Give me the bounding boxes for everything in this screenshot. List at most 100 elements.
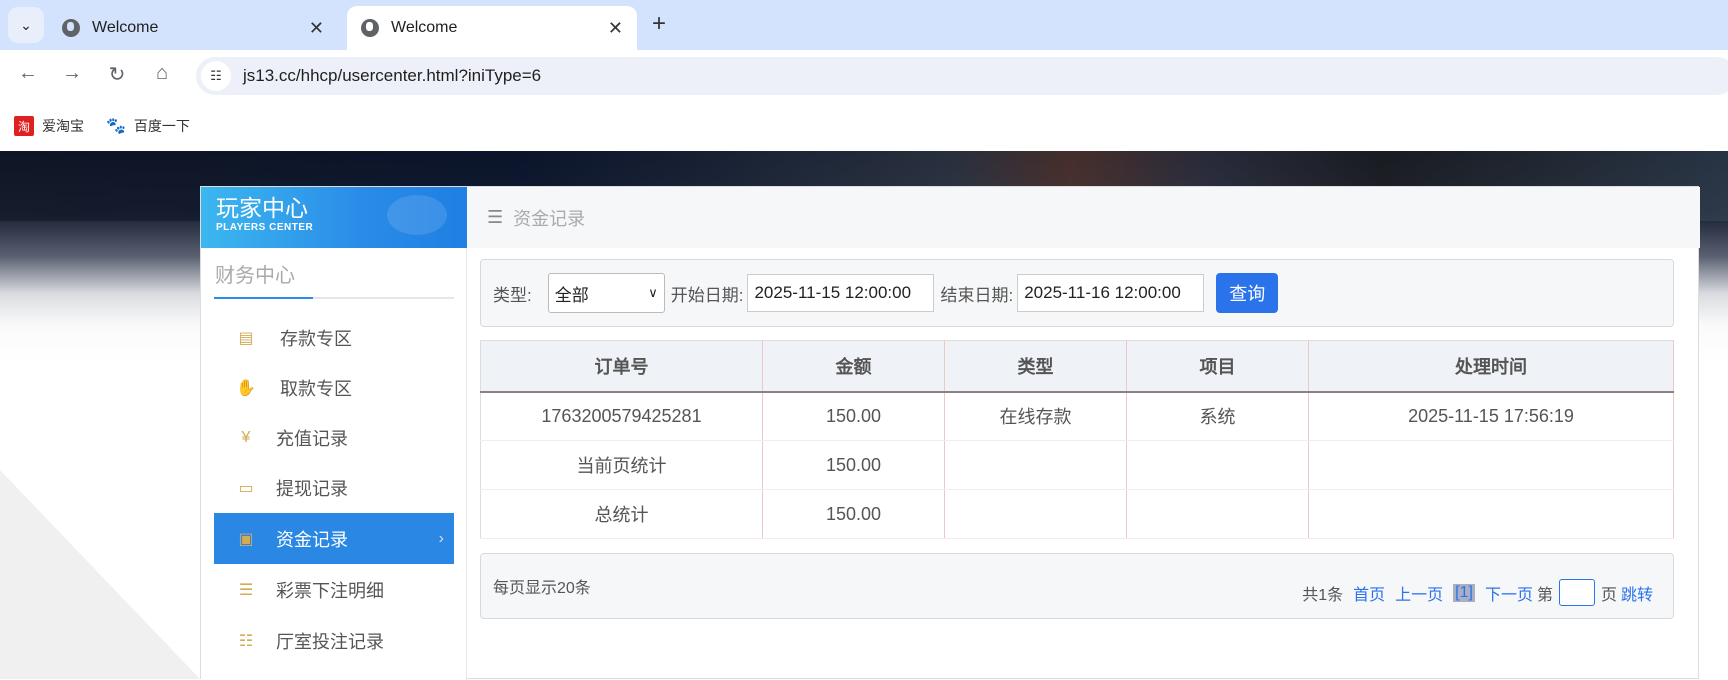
- players-center-logo: 玩家中心 PLAYERS CENTER: [201, 187, 467, 248]
- page-title: 资金记录: [513, 208, 586, 229]
- table-cell: 当前页统计: [480, 440, 763, 490]
- close-tab-icon[interactable]: ✕: [309, 18, 324, 39]
- table-row: 总统计 150.00: [480, 489, 1674, 539]
- table-cell: 150.00: [762, 391, 945, 441]
- next-page-link[interactable]: 下一页: [1485, 581, 1533, 605]
- sidebar-item-label: 资金记录: [276, 529, 348, 550]
- main-content: ☰ 资金记录 类型: 全部 ∨ 开始日期: 2025-11-15 12:00:00 …: [467, 187, 1700, 680]
- tab-bar: ⌄ Welcome ✕ Welcome ✕ +: [0, 0, 1728, 50]
- globe-icon: [62, 19, 80, 37]
- user-center-panel: 玩家中心 PLAYERS CENTER 财务中心 ▤ 存款专区 ✋ 取款专区 ¥ 充值…: [200, 186, 1700, 680]
- sidebar-item-label: 彩票下注明细: [276, 580, 384, 601]
- list-icon: ☰: [238, 581, 254, 599]
- tab-welcome-1[interactable]: Welcome ✕: [48, 6, 338, 50]
- tab-title: Welcome: [391, 19, 458, 36]
- globe-icon: [361, 19, 379, 37]
- first-page-link[interactable]: 首页: [1353, 581, 1385, 605]
- home-button[interactable]: ⌂: [148, 62, 176, 85]
- baidu-paw-icon: 🐾: [106, 118, 126, 135]
- hand-cash-icon: ✋: [236, 379, 256, 397]
- column-header: 项目: [1126, 340, 1309, 393]
- chevron-down-icon: ⌄: [20, 16, 32, 33]
- table-cell: [944, 440, 1127, 490]
- start-date-input[interactable]: 2025-11-15 12:00:00: [747, 274, 935, 312]
- page-prefix: 第: [1536, 586, 1553, 604]
- site-settings-icon[interactable]: ☷: [201, 61, 231, 91]
- bullet-list-icon: ☷: [238, 632, 254, 650]
- bookmark-taobao[interactable]: 淘爱淘宝: [14, 116, 84, 136]
- new-tab-button[interactable]: +: [652, 10, 666, 38]
- sidebar-item-withdraw[interactable]: ✋ 取款专区: [214, 362, 454, 413]
- table-cell: [1126, 489, 1309, 539]
- jump-link[interactable]: 跳转: [1621, 581, 1653, 605]
- sidebar-item-withdraw-records[interactable]: ▭ 提现记录: [214, 462, 454, 513]
- sidebar-item-fund-records[interactable]: ▣ 资金记录 ›: [214, 513, 454, 564]
- back-button[interactable]: ←: [14, 62, 42, 85]
- sidebar-item-hall-bets[interactable]: ☷ 厅室投注记录: [214, 615, 454, 666]
- table-row: 当前页统计 150.00: [480, 440, 1674, 490]
- card-icon: ▤: [238, 329, 254, 347]
- bookmark-baidu[interactable]: 🐾 百度一下: [106, 116, 190, 136]
- table-cell: [1126, 440, 1309, 490]
- sidebar-item-deposit[interactable]: ▤ 存款专区: [214, 312, 454, 363]
- cash-icon: ▣: [238, 530, 254, 548]
- sidebar-item-label: 充值记录: [276, 428, 348, 449]
- url-text: js13.cc/hhcp/usercenter.html?iniType=6: [243, 66, 542, 85]
- tab-search-button[interactable]: ⌄: [8, 7, 44, 43]
- sidebar-item-label: 提现记录: [276, 478, 348, 499]
- per-page-text: 每页显示20条: [493, 580, 591, 597]
- sidebar-item-label: 厅室投注记录: [276, 631, 384, 652]
- page-suffix: 页: [1600, 586, 1617, 604]
- table-cell: 总统计: [480, 489, 763, 539]
- forward-button[interactable]: →: [58, 62, 86, 85]
- bookmark-label: 爱淘宝: [42, 118, 84, 134]
- type-label: 类型:: [493, 285, 532, 305]
- taobao-icon: 淘: [14, 116, 34, 136]
- tab-welcome-2[interactable]: Welcome ✕: [347, 6, 637, 50]
- address-bar[interactable]: ☷ js13.cc/hhcp/usercenter.html?iniType=6: [196, 57, 1728, 95]
- fund-records-table: 订单号 金额 类型 项目 处理时间 176320057942528​1 150.0…: [480, 340, 1674, 539]
- reload-button[interactable]: ↻: [103, 62, 131, 87]
- column-header: 订单号: [480, 340, 763, 393]
- current-page: [1]: [1453, 583, 1475, 602]
- prev-page-link[interactable]: 上一页: [1395, 581, 1443, 605]
- bookmark-label: 百度一下: [133, 118, 190, 134]
- table-cell: 176320057942528​1: [480, 391, 763, 441]
- start-date-label: 开始日期:: [670, 285, 744, 305]
- table-cell: [1308, 440, 1674, 490]
- chevron-down-icon: ∨: [648, 285, 658, 300]
- type-select[interactable]: 全部 ∨: [547, 273, 665, 313]
- query-button[interactable]: 查询: [1216, 273, 1279, 313]
- section-underline: [214, 297, 454, 299]
- bookmarks-bar: 淘爱淘宝 🐾 百度一下: [0, 101, 1728, 151]
- sidebar-item-recharge-records[interactable]: ¥ 充值记录: [214, 412, 454, 463]
- table-cell: 150.00: [762, 440, 945, 490]
- table-cell: 150.00: [762, 489, 945, 539]
- sidebar-item-lottery-bets[interactable]: ☰ 彩票下注明细: [214, 564, 454, 615]
- end-date-value: 2025-11-16 12:00:00: [1024, 283, 1181, 302]
- page-number-input[interactable]: [1558, 579, 1595, 606]
- column-header: 处理时间: [1308, 340, 1674, 393]
- address-row: ← → ↻ ⌂ ☷ js13.cc/hhcp/usercenter.html?i…: [0, 50, 1728, 101]
- close-tab-icon[interactable]: ✕: [608, 18, 623, 39]
- end-date-label: 结束日期:: [940, 285, 1014, 305]
- pagination-bar: 每页显示20条 共1条 首页 上一页 [1] 下一页 第 页 跳转: [480, 553, 1674, 619]
- wallet-icon: ▭: [238, 479, 254, 497]
- section-title: 财务中心: [215, 265, 295, 287]
- type-select-value: 全部: [554, 285, 589, 305]
- background-shape: [0, 470, 200, 679]
- table-cell: [1308, 489, 1674, 539]
- end-date-input[interactable]: 2025-11-16 12:00:00: [1017, 274, 1205, 312]
- table-header-row: 订单号 金额 类型 项目 处理时间: [480, 340, 1674, 393]
- sidebar-item-label: 存款专区: [280, 328, 352, 349]
- money-bag-icon: ¥: [241, 428, 251, 446]
- table-cell: 在线存款: [944, 391, 1127, 441]
- column-header: 类型: [944, 340, 1127, 393]
- total-count: 共1条: [1302, 586, 1344, 604]
- sidebar-item-label: 取款专区: [280, 378, 352, 399]
- tab-title: Welcome: [92, 19, 159, 36]
- gamepad-icon: [387, 195, 447, 235]
- table-cell: [944, 489, 1127, 539]
- table-row: 176320057942528​1 150.00 在线存款 系统 2025-11-15 …: [480, 391, 1674, 441]
- menu-icon: ☰: [487, 207, 504, 227]
